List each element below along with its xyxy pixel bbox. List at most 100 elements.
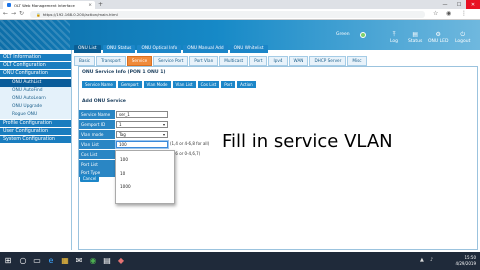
subtab-service[interactable]: Service <box>126 56 153 66</box>
service-name-input[interactable]: ser_1 <box>116 111 168 118</box>
close-window-button[interactable]: ✕ <box>466 0 480 9</box>
sidebar-item-profile-configuration[interactable]: Profile Configuration <box>0 120 71 128</box>
gemport-id-label: Gemport ID <box>79 120 115 129</box>
sidebar-item-onu-upgrade[interactable]: ONU Upgrade <box>0 103 71 111</box>
section-title: ONU Service Info (PON 1 ONU 1) <box>82 70 166 75</box>
menu-icon[interactable]: ⋮ <box>461 10 467 17</box>
sidebar-item-onu-authlist[interactable]: ONU AuthList <box>0 79 71 87</box>
minimize-button[interactable]: — <box>438 0 452 9</box>
windows-taskbar: ⊞ ○ ▭ e ▦ ✉ ◉ ▤ ◆ ▲ ♪ 15:50 4/29/2019 <box>0 252 480 270</box>
chevron-down-icon: ▾ <box>162 132 165 137</box>
sidebar-item-system-configuration[interactable]: System Configuration <box>0 136 71 144</box>
address-bar-row: ← → ↻ 🔒 https://192.168.0.200/action/main… <box>0 9 480 20</box>
sidebar-item-onu-autofind[interactable]: ONU AutoFind <box>0 87 71 95</box>
task-view-icon[interactable]: ▭ <box>32 256 42 266</box>
subtab-port-vlan[interactable]: Port Vlan <box>189 56 219 66</box>
network-icon[interactable]: ▲ <box>420 257 424 263</box>
close-tab-icon[interactable]: × <box>88 3 92 8</box>
form-row-vlan-mode: Vlan mode Tag ▾ <box>79 130 219 139</box>
tab-onu-whitelist[interactable]: ONU Whitelist <box>229 45 268 53</box>
app-icon[interactable]: ▤ <box>102 256 112 266</box>
form-row-service-name: Service Name ser_1 <box>79 110 219 119</box>
subtab-ipv4[interactable]: Ipv4 <box>268 56 288 66</box>
profile-icon[interactable]: ◉ <box>446 10 451 17</box>
led-icon: ⚙ <box>435 31 441 38</box>
subtab-wan[interactable]: WAN <box>288 56 309 66</box>
volume-icon[interactable]: ♪ <box>430 257 433 263</box>
sidebar-item-olt-configuration[interactable]: OLT Configuration <box>0 62 71 70</box>
chrome-icon[interactable]: ◉ <box>88 256 98 266</box>
sidebar: OLT Information OLT Configuration ONU Co… <box>0 50 72 250</box>
vlan-mode-label: Vlan mode <box>79 130 115 139</box>
subtab-dhcp-server[interactable]: DHCP Server <box>309 56 347 66</box>
main-tabs: ONU List ONU Status ONU Optical Info ONU… <box>74 45 268 53</box>
file-explorer-icon[interactable]: ▦ <box>60 256 70 266</box>
address-text: https://192.168.0.200/action/main.html <box>42 11 118 17</box>
edge-icon[interactable]: e <box>46 256 56 266</box>
vlan-list-label: Vlan List <box>79 140 115 149</box>
autocomplete-option[interactable]: 1000 <box>120 184 131 189</box>
service-name-label: Service Name <box>79 110 115 119</box>
header-link-status[interactable]: ▤ Status <box>408 31 422 45</box>
chevron-down-icon: ▾ <box>162 122 165 127</box>
form-row-gemport: Gemport ID 1 ▾ <box>79 120 219 129</box>
new-tab-button[interactable]: + <box>98 1 103 8</box>
clock-date: 4/29/2019 <box>455 260 476 266</box>
tab-onu-status[interactable]: ONU Status <box>102 45 136 53</box>
search-icon[interactable]: ○ <box>18 256 28 266</box>
back-button[interactable]: ← <box>3 10 8 17</box>
tab-title: OLT Web Management Interface <box>14 2 75 8</box>
header-link-onu-led[interactable]: ⚙ ONU LED <box>428 31 448 45</box>
sub-tabs: Basic Transport Service Service Port Por… <box>74 56 367 66</box>
subtab-port[interactable]: Port <box>249 56 268 66</box>
subtab-service-port[interactable]: Service Port <box>153 56 189 66</box>
mail-icon[interactable]: ✉ <box>74 256 84 266</box>
header-link-log[interactable]: ⤒ Log <box>390 31 398 45</box>
address-input[interactable]: 🔒 https://192.168.0.200/action/main.html <box>30 10 425 18</box>
favicon-icon <box>7 3 11 7</box>
col-vlan-list: Vlan List <box>172 81 196 88</box>
maximize-button[interactable]: ☐ <box>452 0 466 9</box>
tab-onu-optical-info[interactable]: ONU Optical Info <box>137 45 182 53</box>
current-user: Green <box>336 32 350 37</box>
subtab-basic[interactable]: Basic <box>74 56 96 66</box>
reload-button[interactable]: ↻ <box>19 10 24 17</box>
log-icon: ⤒ <box>392 31 396 38</box>
app-icon[interactable]: ◆ <box>116 256 126 266</box>
vlan-list-hint: (1,4 or 4-6,8 for all) <box>170 141 210 146</box>
col-port: Port <box>221 81 236 88</box>
star-icon[interactable]: ☆ <box>433 10 438 17</box>
browser-tab[interactable]: OLT Web Management Interface × <box>3 1 95 9</box>
add-service-title: Add ONU Service <box>82 99 126 104</box>
form-row-vlan-list: Vlan List 100 (1,4 or 4-6,8 for all) <box>79 140 219 149</box>
autocomplete-option[interactable]: 10 <box>120 171 125 176</box>
cancel-button[interactable]: Cancel <box>80 175 99 182</box>
vlan-list-input[interactable]: 100 <box>116 141 168 148</box>
tutorial-caption: Fill in service VLAN <box>222 131 393 152</box>
subtab-multicast[interactable]: Multicast <box>219 56 249 66</box>
col-cos-list: Cos List <box>197 81 220 88</box>
subtab-transport[interactable]: Transport <box>96 56 126 66</box>
status-icon: ▤ <box>412 31 418 38</box>
service-table-header: Service Name Gemport Vlan Mode Vlan List… <box>82 81 256 88</box>
vlan-mode-select[interactable]: Tag ▾ <box>116 131 168 138</box>
forward-button[interactable]: → <box>11 10 16 17</box>
autocomplete-option[interactable]: 100 <box>120 157 128 162</box>
header-decoration <box>0 20 70 50</box>
header-link-logout[interactable]: ⏻ Logout <box>455 31 470 45</box>
sidebar-item-onu-autolearn[interactable]: ONU AutoLearn <box>0 95 71 103</box>
gemport-id-select[interactable]: 1 ▾ <box>116 121 168 128</box>
sidebar-item-onu-configuration[interactable]: ONU Configuration <box>0 70 71 78</box>
sidebar-item-user-configuration[interactable]: User Configuration <box>0 128 71 136</box>
sidebar-item-olt-information[interactable]: OLT Information <box>0 54 71 62</box>
subtab-misc[interactable]: Misc <box>347 56 367 66</box>
start-icon[interactable]: ⊞ <box>3 256 13 266</box>
col-gemport: Gemport <box>117 81 142 88</box>
clock[interactable]: 15:50 4/29/2019 <box>455 255 476 266</box>
sidebar-item-rogue-onu[interactable]: Rogue ONU <box>0 111 71 119</box>
logout-icon: ⏻ <box>460 31 466 38</box>
tab-onu-list[interactable]: ONU List <box>74 45 101 53</box>
col-service-name: Service Name <box>82 81 116 88</box>
tab-onu-manual-add[interactable]: ONU Manual Add <box>183 45 228 53</box>
browser-tabbar: OLT Web Management Interface × + — ☐ ✕ <box>0 0 480 9</box>
